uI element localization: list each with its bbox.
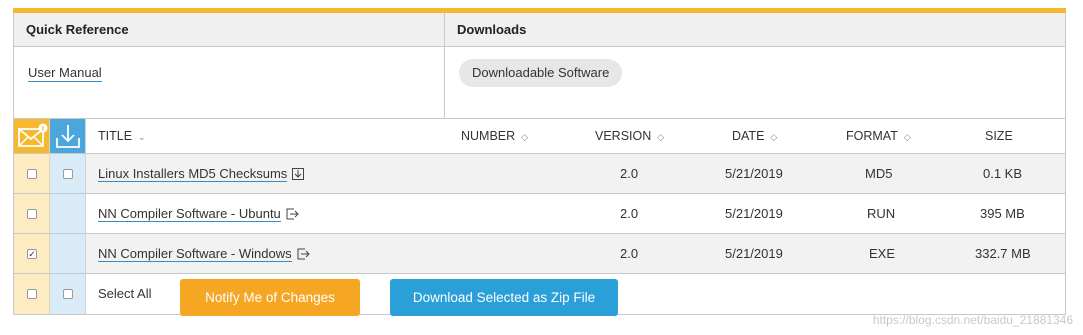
downloadable-software-pill[interactable]: Downloadable Software	[459, 59, 623, 87]
sort-updown-icon: ◇	[657, 132, 665, 142]
downloads-table: ! TITLE ⌄ NUMBER ◇ VERSION ◇ DATE ◇ FORMAT ◇ …	[13, 119, 1066, 316]
file-title-link[interactable]: NN Compiler Software - Ubuntu	[98, 206, 281, 222]
date-cell: 5/21/2019	[725, 166, 783, 181]
table-row: NN Compiler Software - Ubuntu 2.0 5/21/2…	[14, 194, 1065, 234]
notify-cell: ✓	[14, 234, 50, 273]
notify-me-button[interactable]: Notify Me of Changes	[180, 279, 360, 316]
reference-section: Quick Reference User Manual Downloads Do…	[13, 13, 1066, 119]
user-manual-link[interactable]: User Manual	[28, 65, 102, 82]
download-tray-icon	[50, 119, 86, 154]
title-column-header[interactable]: TITLE ⌄	[98, 119, 146, 154]
download-column-header[interactable]	[50, 119, 86, 153]
size-cell: 332.7 MB	[975, 246, 1031, 261]
notify-column-header[interactable]: !	[14, 119, 50, 153]
sort-chevron-icon: ⌄	[138, 132, 146, 142]
version-cell: 2.0	[620, 206, 639, 221]
sort-updown-icon: ◇	[770, 132, 778, 142]
number-column-header[interactable]: NUMBER ◇	[461, 119, 528, 154]
notify-badge-text: !	[41, 125, 44, 133]
download-checkbox[interactable]	[63, 168, 73, 179]
size-cell: 395 MB	[980, 206, 1025, 221]
download-file-icon[interactable]	[292, 167, 305, 180]
downloads-column: Downloads Downloadable Software	[445, 13, 1065, 118]
date-column-header[interactable]: DATE ◇	[732, 119, 777, 154]
download-zip-button[interactable]: Download Selected as Zip File	[390, 279, 618, 316]
quick-reference-heading: Quick Reference	[14, 13, 444, 47]
format-column-header[interactable]: FORMAT ◇	[846, 119, 911, 154]
table-row: Linux Installers MD5 Checksums 2.0 5/21/…	[14, 154, 1065, 194]
notify-checkbox[interactable]	[27, 208, 37, 219]
title-cell: NN Compiler Software - Windows	[98, 234, 310, 273]
downloads-panel: Quick Reference User Manual Downloads Do…	[13, 8, 1066, 316]
version-cell: 2.0	[620, 166, 639, 181]
size-column-header: SIZE	[985, 129, 1013, 143]
notify-cell	[14, 194, 50, 233]
table-header-row: ! TITLE ⌄ NUMBER ◇ VERSION ◇ DATE ◇ FORMAT ◇ …	[14, 119, 1065, 154]
date-cell: 5/21/2019	[725, 246, 783, 261]
downloads-heading: Downloads	[445, 13, 1065, 47]
watermark-text: https://blog.csdn.net/baidu_21881346	[872, 313, 1073, 327]
external-link-icon[interactable]	[297, 248, 310, 260]
format-cell: EXE	[869, 246, 896, 261]
format-cell: MD5	[865, 166, 893, 181]
notify-cell	[14, 154, 50, 193]
version-cell: 2.0	[620, 246, 639, 261]
notify-select-all-checkbox[interactable]	[27, 289, 37, 299]
sort-updown-icon: ◇	[521, 132, 529, 142]
notify-checkbox-checked[interactable]: ✓	[27, 248, 37, 259]
quick-reference-column: Quick Reference User Manual	[14, 13, 445, 118]
title-cell: Linux Installers MD5 Checksums	[98, 154, 305, 193]
notify-cell	[14, 274, 50, 314]
download-cell	[50, 274, 86, 314]
format-cell: RUN	[867, 206, 896, 221]
title-cell: NN Compiler Software - Ubuntu	[98, 194, 299, 233]
download-cell	[50, 194, 86, 233]
table-row: ✓ NN Compiler Software - Windows 2.0 5/2…	[14, 234, 1065, 274]
file-title-link[interactable]: Linux Installers MD5 Checksums	[98, 166, 288, 182]
date-cell: 5/21/2019	[725, 206, 783, 221]
sort-updown-icon: ◇	[903, 132, 911, 142]
version-column-header[interactable]: VERSION ◇	[595, 119, 664, 154]
external-link-icon[interactable]	[286, 208, 299, 220]
size-cell: 0.1 KB	[983, 166, 1023, 181]
download-select-all-checkbox[interactable]	[63, 289, 73, 299]
file-title-link[interactable]: NN Compiler Software - Windows	[98, 246, 292, 262]
notify-checkbox[interactable]	[27, 168, 37, 179]
select-all-label[interactable]: Select All	[98, 274, 151, 314]
table-footer-row: Select All Notify Me of Changes Download…	[14, 274, 1065, 316]
download-cell	[50, 234, 86, 273]
envelope-icon: !	[14, 119, 50, 154]
download-cell	[50, 154, 86, 193]
